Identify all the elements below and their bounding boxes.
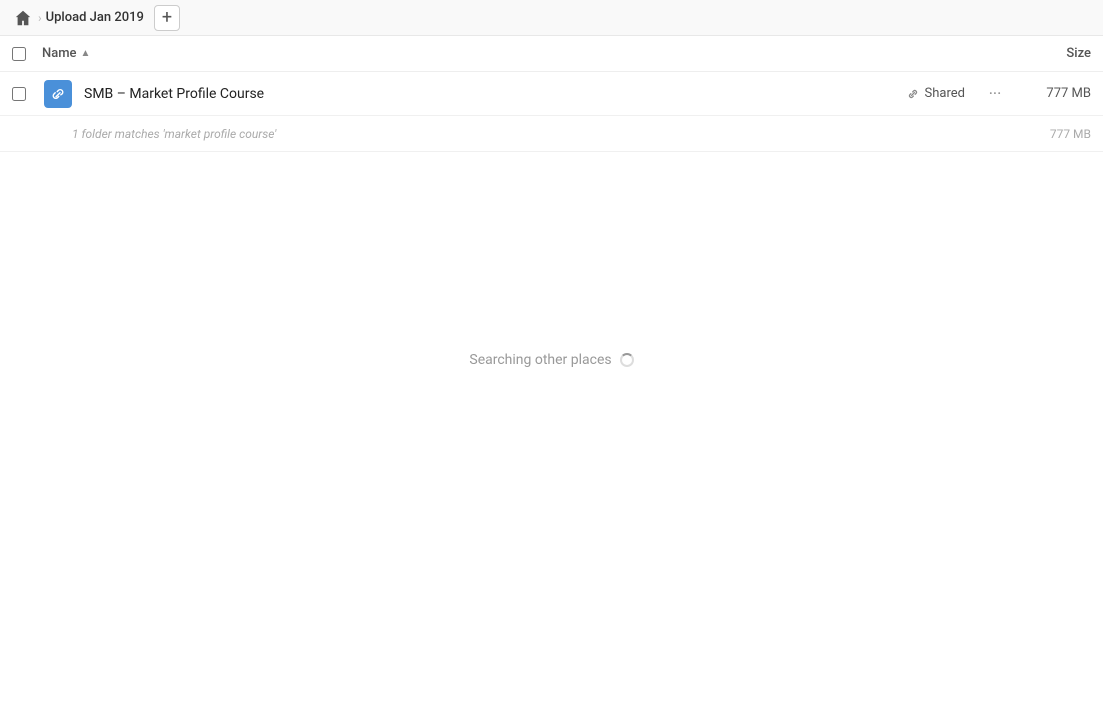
shared-link-icon xyxy=(906,87,920,101)
file-icon-wrap xyxy=(42,78,74,110)
shared-label: Shared xyxy=(925,86,965,101)
sort-arrow-icon: ▲ xyxy=(81,48,91,59)
row-checkbox[interactable] xyxy=(12,87,26,101)
sub-size: 777 MB xyxy=(1021,127,1091,141)
breadcrumb-separator: › xyxy=(38,11,42,25)
file-icon-badge xyxy=(44,80,72,108)
shared-badge: Shared xyxy=(906,86,965,101)
select-all-checkbox[interactable] xyxy=(12,47,26,61)
header-checkbox-col xyxy=(12,47,42,61)
size-column-header[interactable]: Size xyxy=(1011,46,1091,61)
searching-area: Searching other places xyxy=(0,352,1103,368)
file-row[interactable]: SMB – Market Profile Course Shared ··· 7… xyxy=(0,72,1103,116)
name-column-label: Name xyxy=(42,46,77,61)
searching-text: Searching other places xyxy=(469,352,611,368)
column-headers: Name ▲ Size xyxy=(0,36,1103,72)
breadcrumb-title: Upload Jan 2019 xyxy=(46,10,144,25)
row-checkbox-col xyxy=(12,87,42,101)
file-size: 777 MB xyxy=(1021,86,1091,101)
home-button[interactable] xyxy=(12,7,34,29)
link-icon xyxy=(50,86,66,102)
breadcrumb-bar: › Upload Jan 2019 + xyxy=(0,0,1103,36)
name-column-header[interactable]: Name ▲ xyxy=(42,46,1011,61)
more-options-button[interactable]: ··· xyxy=(981,80,1009,108)
file-name: SMB – Market Profile Course xyxy=(84,86,906,102)
loading-spinner xyxy=(620,353,634,367)
more-dots-icon: ··· xyxy=(989,84,1002,103)
add-button[interactable]: + xyxy=(154,5,180,31)
sub-info-row: 1 folder matches 'market profile course'… xyxy=(0,116,1103,152)
sub-info-text: 1 folder matches 'market profile course' xyxy=(72,127,1021,141)
